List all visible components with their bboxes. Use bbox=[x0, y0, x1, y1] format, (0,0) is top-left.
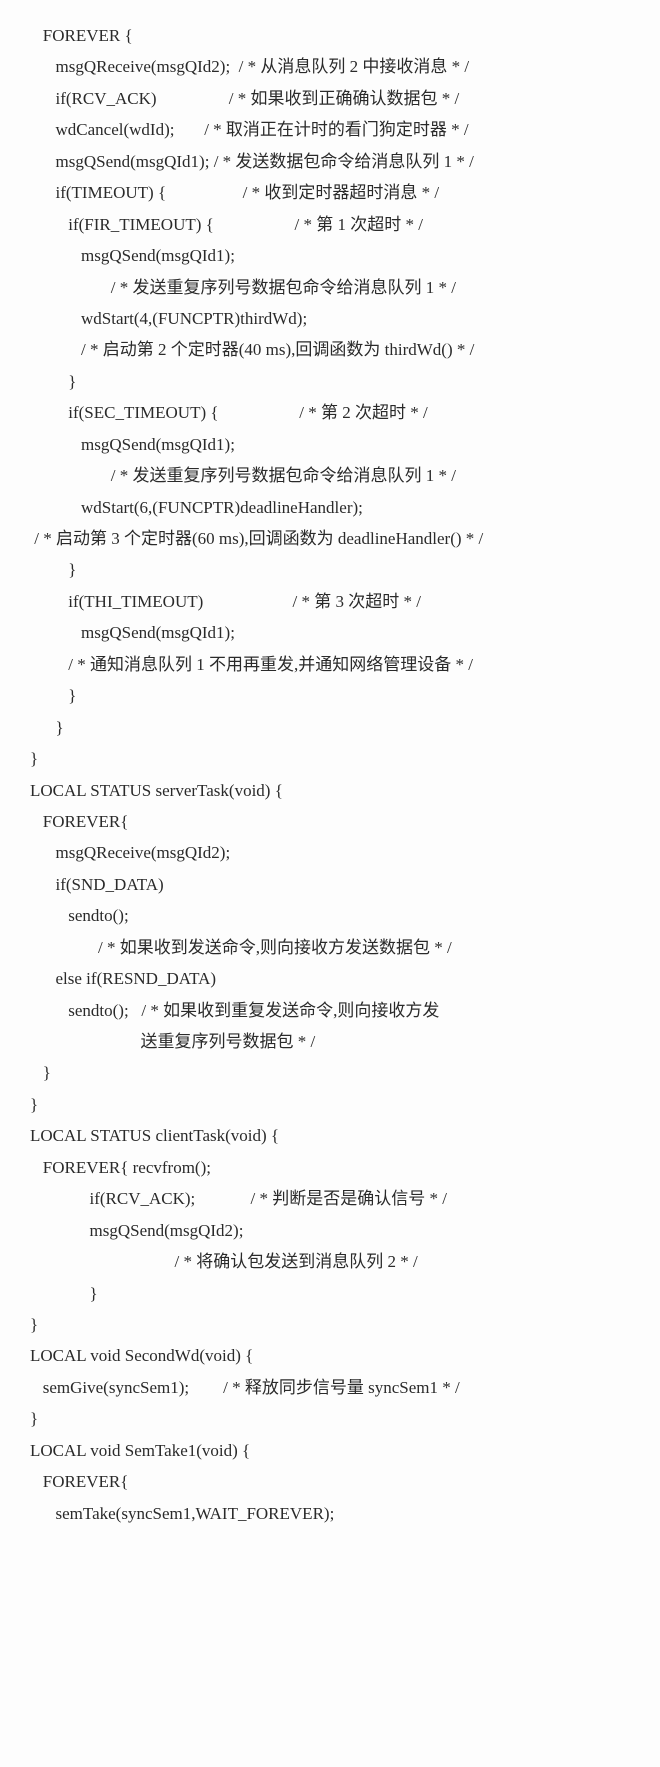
code-line: } bbox=[30, 1057, 630, 1088]
code-line: / * 将确认包发送到消息队列 2 * / bbox=[30, 1246, 630, 1277]
code-line: msgQSend(msgQId1); / * 发送数据包命令给消息队列 1 * … bbox=[30, 146, 630, 177]
code-line: msgQReceive(msgQId2); / * 从消息队列 2 中接收消息 … bbox=[30, 51, 630, 82]
code-line: LOCAL STATUS serverTask(void) { bbox=[30, 775, 630, 806]
code-line: FOREVER{ recvfrom(); bbox=[30, 1152, 630, 1183]
code-line: } bbox=[30, 1309, 630, 1340]
code-line: wdStart(4,(FUNCPTR)thirdWd); bbox=[30, 303, 630, 334]
code-line: if(THI_TIMEOUT) / * 第 3 次超时 * / bbox=[30, 586, 630, 617]
code-line: msgQSend(msgQId1); bbox=[30, 617, 630, 648]
code-line: msgQReceive(msgQId2); bbox=[30, 837, 630, 868]
code-line: if(RCV_ACK); / * 判断是否是确认信号 * / bbox=[30, 1183, 630, 1214]
code-line: } bbox=[30, 680, 630, 711]
code-line: else if(RESND_DATA) bbox=[30, 963, 630, 994]
code-line: } bbox=[30, 1278, 630, 1309]
code-line: FOREVER{ bbox=[30, 1466, 630, 1497]
code-line: wdStart(6,(FUNCPTR)deadlineHandler); bbox=[30, 492, 630, 523]
code-line: LOCAL void SecondWd(void) { bbox=[30, 1340, 630, 1371]
code-line: / * 启动第 3 个定时器(60 ms),回调函数为 deadlineHand… bbox=[30, 523, 630, 554]
code-line: msgQSend(msgQId1); bbox=[30, 240, 630, 271]
code-listing: FOREVER { msgQReceive(msgQId2); / * 从消息队… bbox=[30, 20, 630, 1529]
code-line: sendto(); / * 如果收到重复发送命令,则向接收方发 bbox=[30, 995, 630, 1026]
code-line: semTake(syncSem1,WAIT_FOREVER); bbox=[30, 1498, 630, 1529]
code-line: } bbox=[30, 1403, 630, 1434]
code-line: sendto(); bbox=[30, 900, 630, 931]
code-line: 送重复序列号数据包 * / bbox=[30, 1026, 630, 1057]
code-line: / * 启动第 2 个定时器(40 ms),回调函数为 thirdWd() * … bbox=[30, 334, 630, 365]
code-line: if(RCV_ACK) / * 如果收到正确确认数据包 * / bbox=[30, 83, 630, 114]
code-line: / * 如果收到发送命令,则向接收方发送数据包 * / bbox=[30, 932, 630, 963]
code-line: msgQSend(msgQId2); bbox=[30, 1215, 630, 1246]
code-line: semGive(syncSem1); / * 释放同步信号量 syncSem1 … bbox=[30, 1372, 630, 1403]
code-line: if(SND_DATA) bbox=[30, 869, 630, 900]
code-line: if(TIMEOUT) { / * 收到定时器超时消息 * / bbox=[30, 177, 630, 208]
code-line: / * 发送重复序列号数据包命令给消息队列 1 * / bbox=[30, 272, 630, 303]
code-line: if(FIR_TIMEOUT) { / * 第 1 次超时 * / bbox=[30, 209, 630, 240]
code-line: msgQSend(msgQId1); bbox=[30, 429, 630, 460]
code-line: } bbox=[30, 554, 630, 585]
code-line: / * 通知消息队列 1 不用再重发,并通知网络管理设备 * / bbox=[30, 649, 630, 680]
code-line: LOCAL STATUS clientTask(void) { bbox=[30, 1120, 630, 1151]
code-line: if(SEC_TIMEOUT) { / * 第 2 次超时 * / bbox=[30, 397, 630, 428]
code-line: FOREVER{ bbox=[30, 806, 630, 837]
code-line: LOCAL void SemTake1(void) { bbox=[30, 1435, 630, 1466]
code-line: } bbox=[30, 366, 630, 397]
code-line: } bbox=[30, 712, 630, 743]
code-line: wdCancel(wdId); / * 取消正在计时的看门狗定时器 * / bbox=[30, 114, 630, 145]
code-line: } bbox=[30, 1089, 630, 1120]
code-line: FOREVER { bbox=[30, 20, 630, 51]
code-line: } bbox=[30, 743, 630, 774]
code-line: / * 发送重复序列号数据包命令给消息队列 1 * / bbox=[30, 460, 630, 491]
